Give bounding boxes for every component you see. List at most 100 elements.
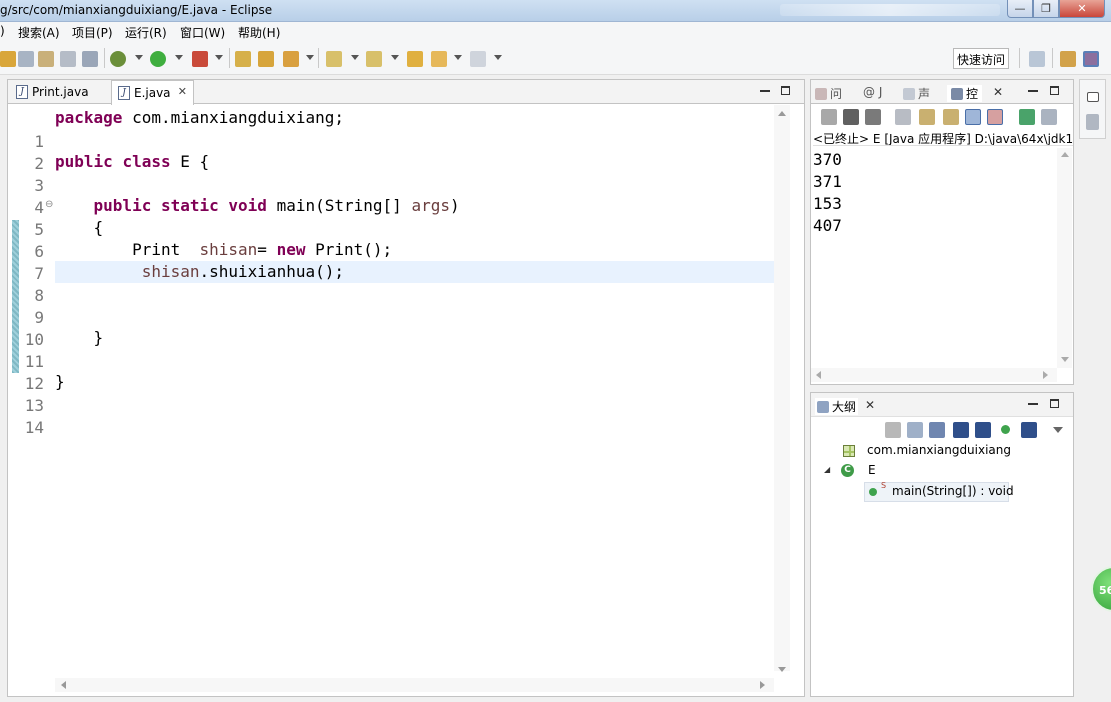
code-line[interactable]: package com.mianxiangduixiang; [55, 107, 774, 129]
open-type-icon[interactable] [38, 51, 54, 67]
remove-all-icon[interactable] [865, 109, 881, 125]
toggle-mark-icon[interactable] [18, 51, 34, 67]
back-dropdown-icon[interactable] [454, 55, 462, 60]
whitespace-icon[interactable] [82, 51, 98, 67]
run-icon[interactable] [150, 51, 166, 67]
expand-arrow-icon[interactable]: ◢ [824, 465, 830, 474]
code-line[interactable]: } [55, 371, 774, 393]
forward-icon[interactable] [470, 51, 486, 67]
quick-access-field[interactable]: 快速访问 [953, 48, 1009, 69]
console-horizontal-scrollbar[interactable] [811, 368, 1057, 382]
menu-item-help[interactable]: 帮助(H) [238, 24, 280, 41]
scroll-down-icon[interactable] [778, 667, 786, 672]
scroll-lock-icon[interactable] [919, 109, 935, 125]
scroll-right-icon[interactable] [1043, 371, 1048, 379]
scroll-up-icon[interactable] [778, 111, 786, 116]
minimize-icon[interactable] [1028, 90, 1038, 92]
hide-static-icon[interactable] [975, 422, 991, 438]
last-edit-icon[interactable] [407, 51, 423, 67]
java-perspective-icon[interactable] [1083, 51, 1099, 67]
close-tab-icon[interactable]: ✕ [178, 85, 187, 98]
code-line[interactable] [55, 349, 774, 371]
tab-declaration[interactable]: 声 [903, 85, 930, 102]
prev-annotation-dropdown-icon[interactable] [391, 55, 399, 60]
clear-console-icon[interactable] [895, 109, 911, 125]
code-area[interactable]: package com.mianxiangduixiang; public cla… [55, 105, 774, 671]
code-line[interactable]: public static void main(String[] args) [55, 195, 774, 217]
close-outline-icon[interactable]: ✕ [865, 398, 875, 412]
code-line[interactable]: shisan.shuixianhua(); [55, 261, 774, 283]
hide-fields-icon[interactable] [953, 422, 969, 438]
maximize-icon[interactable] [1050, 86, 1059, 95]
terminate-icon[interactable] [821, 109, 837, 125]
scroll-right-icon[interactable] [760, 681, 765, 689]
prev-annotation-icon[interactable] [366, 51, 382, 67]
code-line[interactable]: public class E { [55, 151, 774, 173]
open-perspective-icon[interactable] [1029, 51, 1045, 67]
external-tools-dropdown-icon[interactable] [215, 55, 223, 60]
collapse-all-icon[interactable] [907, 422, 923, 438]
pin-console-icon[interactable] [1019, 109, 1035, 125]
fold-collapse-icon[interactable]: ⊖ [45, 199, 53, 210]
tab-print-java[interactable]: J Print.java [10, 80, 108, 104]
menu-item-project[interactable]: 项目(P) [72, 24, 113, 41]
view-menu-icon[interactable] [1053, 427, 1063, 433]
show-on-stdout-icon[interactable] [965, 109, 981, 125]
code-line[interactable]: { [55, 217, 774, 239]
back-icon[interactable] [431, 51, 447, 67]
block-select-icon[interactable] [60, 51, 76, 67]
new-package-icon[interactable] [235, 51, 251, 67]
tab-javadoc[interactable]: @ J [863, 85, 882, 99]
tab-console[interactable]: 控 [947, 85, 983, 102]
open-console-icon[interactable] [1041, 109, 1057, 125]
code-line[interactable] [55, 283, 774, 305]
tab-problems[interactable]: 问 [815, 85, 842, 102]
external-tools-icon[interactable] [192, 51, 208, 67]
maximize-button[interactable]: ❐ [1033, 0, 1059, 18]
code-line[interactable]: } [55, 327, 774, 349]
hide-nonpublic-icon[interactable] [1001, 425, 1010, 434]
scroll-down-icon[interactable] [1061, 357, 1069, 362]
open-folder-icon[interactable] [258, 51, 274, 67]
minimize-icon[interactable] [1028, 403, 1038, 405]
code-line[interactable] [55, 393, 774, 415]
sort-icon[interactable] [929, 422, 945, 438]
close-console-icon[interactable]: ✕ [993, 85, 1003, 99]
word-wrap-icon[interactable] [943, 109, 959, 125]
menu-item-cut[interactable]: ) [0, 24, 5, 38]
remove-launch-icon[interactable] [843, 109, 859, 125]
status-badge[interactable]: 56 [1091, 566, 1111, 612]
console-vertical-scrollbar[interactable] [1057, 148, 1072, 368]
show-on-stderr-icon[interactable] [987, 109, 1003, 125]
java-ee-perspective-icon[interactable] [1060, 51, 1076, 67]
maximize-icon[interactable] [1050, 399, 1059, 408]
menu-item-search[interactable]: 搜索(A) [18, 24, 60, 41]
editor-vertical-scrollbar[interactable] [774, 105, 790, 672]
brush-dropdown-icon[interactable] [306, 55, 314, 60]
focus-active-icon[interactable] [885, 422, 901, 438]
debug-dropdown-icon[interactable] [135, 55, 143, 60]
hide-local-types-icon[interactable] [1021, 422, 1037, 438]
close-window-button[interactable]: ✕ [1059, 0, 1105, 18]
code-line[interactable]: Print shisan= new Print(); [55, 239, 774, 261]
scroll-left-icon[interactable] [61, 681, 66, 689]
restore-icon[interactable] [1087, 92, 1099, 102]
next-annotation-dropdown-icon[interactable] [351, 55, 359, 60]
minimize-button[interactable]: — [1007, 0, 1033, 18]
forward-dropdown-icon[interactable] [494, 55, 502, 60]
code-line[interactable] [55, 129, 774, 151]
code-line[interactable] [55, 173, 774, 195]
run-dropdown-icon[interactable] [175, 55, 183, 60]
minimize-icon[interactable] [760, 90, 770, 92]
menu-item-window[interactable]: 窗口(W) [180, 24, 225, 41]
tab-e-java[interactable]: J E.java ✕ [111, 80, 194, 105]
code-line[interactable] [55, 305, 774, 327]
menu-item-run[interactable]: 运行(R) [125, 24, 167, 41]
console-output[interactable]: 370 371 153 407 [813, 149, 1057, 365]
tab-outline[interactable]: 大纲 [815, 398, 859, 415]
debug-icon[interactable] [110, 51, 126, 67]
scroll-up-icon[interactable] [1061, 152, 1069, 157]
task-list-icon[interactable] [1086, 114, 1099, 130]
brush-icon[interactable] [283, 51, 299, 67]
editor-horizontal-scrollbar[interactable] [55, 678, 774, 692]
